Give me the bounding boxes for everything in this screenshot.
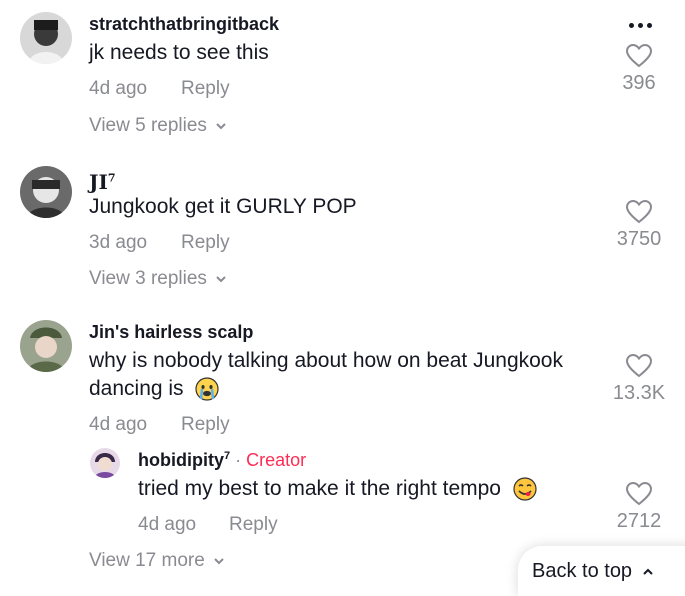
chevron-down-icon [214,558,224,565]
creator-badge: Creator [246,450,307,470]
comment-timestamp: 3d ago [89,232,148,253]
comment-text: jk needs to see this [89,41,269,64]
back-to-top-label: Back to top [532,560,633,582]
heart-icon [626,482,652,506]
username-text: JI [89,170,108,194]
reply-text: tried my best to make it the right tempo [138,477,501,500]
username-superscript: 7 [107,171,116,185]
comment-username[interactable]: Jin's hairless scalp [89,322,253,343]
comment-item: Jin's hairless scalp why is nobody talki… [0,310,685,573]
comment-item: JI7 Jungkook get it GURLY POP 3d ago Rep… [0,150,685,310]
view-more-label: View 17 more [89,550,205,571]
like-count: 13.3K [612,382,666,404]
like-button[interactable]: 13.3K [599,354,679,405]
comment-username[interactable]: stratchthatbringitback [89,14,279,35]
reply-button[interactable]: Reply [181,78,230,100]
heart-icon [626,44,652,68]
view-more-button[interactable]: View 17 more [89,550,225,572]
view-replies-button[interactable]: View 3 replies [89,268,227,290]
like-count: 396 [622,72,656,94]
separator: · [235,450,242,470]
back-to-top-button[interactable]: Back to top [518,546,685,596]
comment-username[interactable]: JI7 [89,170,115,194]
comment-timestamp: 4d ago [89,78,148,99]
avatar[interactable] [20,166,72,218]
username-text: hobidipity [138,450,224,470]
heart-icon [626,354,652,378]
view-replies-label: View 5 replies [89,115,207,136]
like-button[interactable]: 396 [599,44,679,95]
username-superscript: 7 [223,450,231,462]
like-count: 3750 [616,228,662,250]
heart-icon [626,200,652,224]
comment-text: dancing is [89,377,184,400]
avatar[interactable] [90,448,120,478]
chevron-down-icon [216,276,226,283]
comment-text-line1: why is nobody talking about how on beat … [89,349,563,372]
view-replies-label: View 3 replies [89,268,207,289]
yum-face-emoji [513,477,537,502]
reply-item: hobidipity7 · Creator tried my best to m… [0,446,685,546]
avatar[interactable] [20,320,72,372]
reply-button[interactable]: Reply [181,414,230,436]
reply-timestamp: 4d ago [138,514,197,535]
reply-button[interactable]: Reply [181,232,230,254]
like-button[interactable]: 3750 [599,200,679,251]
comment-timestamp: 4d ago [89,414,148,435]
chevron-down-icon [216,123,226,130]
avatar[interactable] [20,12,72,64]
comment-item: stratchthatbringitback jk needs to see t… [0,0,685,150]
comment-text: Jungkook get it GURLY POP [89,195,357,218]
reply-username[interactable]: hobidipity7 · Creator [138,450,306,471]
more-options-icon[interactable] [620,14,660,36]
crying-face-emoji [195,377,220,402]
like-button[interactable]: 2712 [599,482,679,533]
view-replies-button[interactable]: View 5 replies [89,115,227,137]
like-count: 2712 [616,510,662,532]
reply-text-line: tried my best to make it the right tempo [138,474,537,503]
comment-text-line2: dancing is [89,374,220,403]
reply-button[interactable]: Reply [229,514,278,536]
chevron-up-icon [643,568,653,575]
